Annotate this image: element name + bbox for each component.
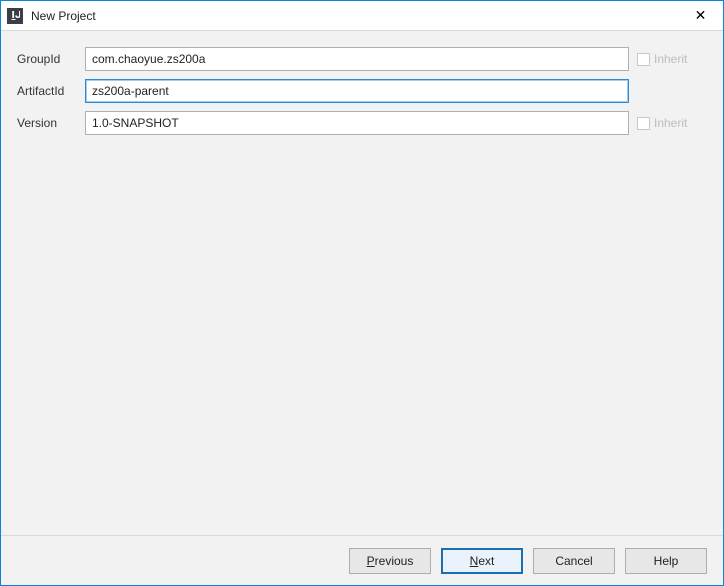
- titlebar: IJ New Project ✕: [1, 1, 723, 31]
- groupid-inherit-label: Inherit: [654, 52, 687, 66]
- version-input[interactable]: [85, 111, 629, 135]
- content-spacer: [17, 143, 707, 535]
- cancel-button[interactable]: Cancel: [533, 548, 615, 574]
- groupid-label: GroupId: [17, 52, 77, 66]
- previous-button[interactable]: Previous: [349, 548, 431, 574]
- new-project-dialog: IJ New Project ✕ GroupId Inherit Artifac…: [0, 0, 724, 586]
- version-inherit-checkbox: [637, 117, 650, 130]
- form-content: GroupId Inherit ArtifactId Version Inher…: [1, 31, 723, 535]
- close-button[interactable]: ✕: [678, 1, 723, 31]
- groupid-row: GroupId Inherit: [17, 47, 707, 71]
- version-inherit: Inherit: [637, 116, 707, 130]
- button-bar: Previous Next Cancel Help: [1, 535, 723, 585]
- version-row: Version Inherit: [17, 111, 707, 135]
- intellij-icon: IJ: [7, 8, 23, 24]
- version-inherit-label: Inherit: [654, 116, 687, 130]
- close-icon: ✕: [695, 7, 707, 24]
- groupid-input[interactable]: [85, 47, 629, 71]
- window-title: New Project: [31, 9, 678, 23]
- groupid-inherit-checkbox: [637, 53, 650, 66]
- artifactid-row: ArtifactId: [17, 79, 707, 103]
- help-button[interactable]: Help: [625, 548, 707, 574]
- next-button[interactable]: Next: [441, 548, 523, 574]
- version-label: Version: [17, 116, 77, 130]
- groupid-inherit: Inherit: [637, 52, 707, 66]
- artifactid-label: ArtifactId: [17, 84, 77, 98]
- artifactid-input[interactable]: [85, 79, 629, 103]
